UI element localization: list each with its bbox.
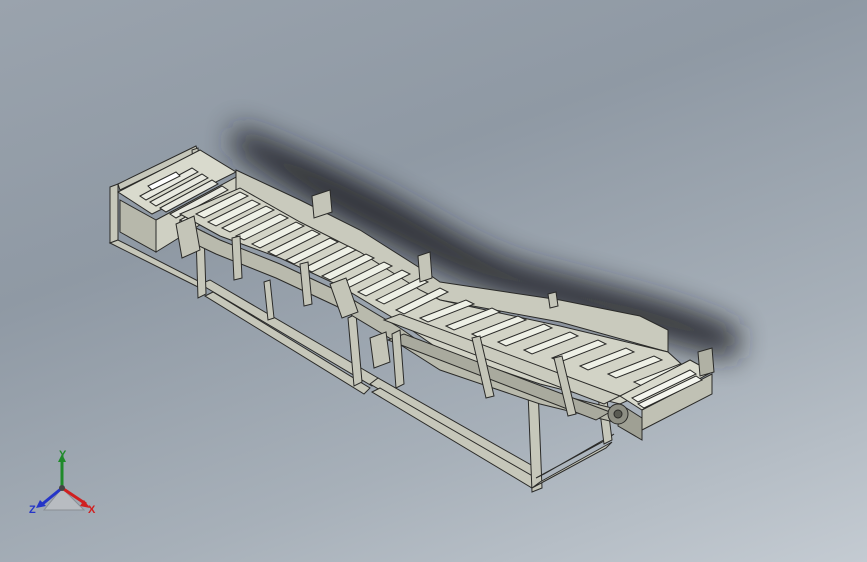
x-axis-label: X xyxy=(88,504,96,516)
conveyor-model[interactable] xyxy=(0,0,867,562)
cad-viewport[interactable]: Y X Z xyxy=(0,0,867,562)
y-axis-label: Y xyxy=(59,449,67,461)
triad-origin xyxy=(59,485,65,491)
axis-triad[interactable]: Y X Z xyxy=(22,448,104,524)
z-axis-label: Z xyxy=(29,504,36,516)
